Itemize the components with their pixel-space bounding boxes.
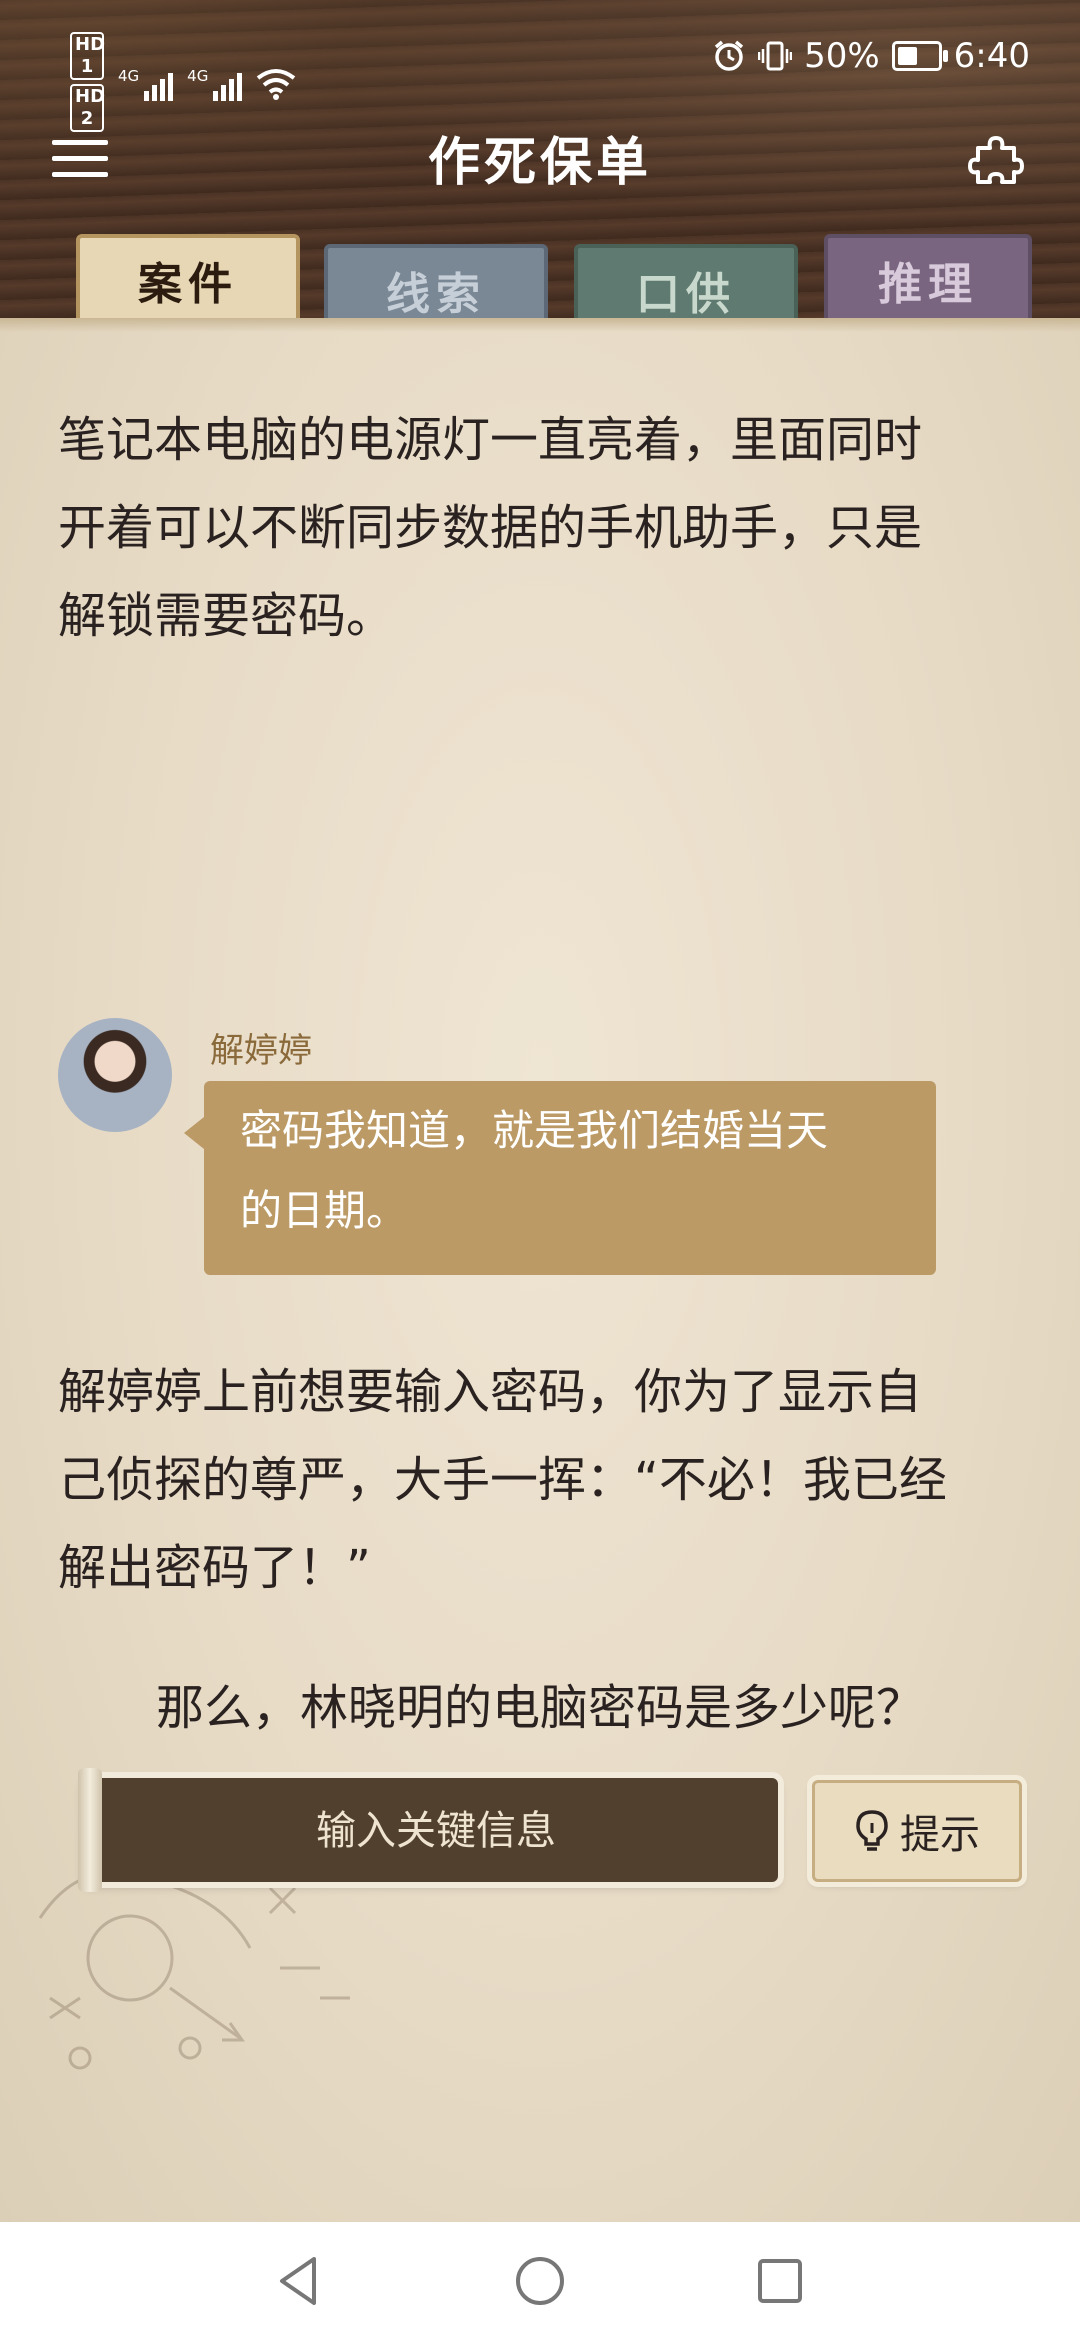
- narration-line: 开着可以不断同步数据的手机助手，只是: [58, 500, 923, 556]
- recents-square-icon[interactable]: [750, 2251, 810, 2311]
- hint-button[interactable]: 提示: [812, 1780, 1022, 1882]
- signal-icon: 4G: [118, 67, 174, 101]
- status-bar: HD 1 HD 2 4G 4G 50% 6:40: [0, 0, 1080, 132]
- battery-fill: [897, 47, 917, 65]
- story-panel: 笔记本电脑的电源灯一直亮着，里面同时 开着可以不断同步数据的手机助手，只是 解锁…: [0, 318, 1080, 2222]
- header-background: HD 1 HD 2 4G 4G 50% 6:40 作死保单 案件 线索 口供 推…: [0, 0, 1080, 336]
- answer-input[interactable]: [114, 1778, 758, 1884]
- alarm-icon: [714, 40, 744, 71]
- wifi-icon: [257, 69, 296, 100]
- narration-line: 解婷婷上前想要输入密码，你为了显示自: [58, 1364, 923, 1420]
- lightbulb-icon: [856, 1810, 888, 1851]
- home-circle-icon[interactable]: [510, 2251, 570, 2311]
- hint-label: 提示: [900, 1812, 980, 1858]
- narration-line: 解出密码了！”: [58, 1540, 371, 1596]
- character-avatar: [58, 1018, 172, 1132]
- system-navigation-bar: [0, 2222, 1080, 2340]
- dialogue-line: 密码我知道，就是我们结婚当天: [240, 1106, 829, 1155]
- network1-label: 4G: [118, 67, 140, 85]
- signal-icon: 4G: [187, 67, 243, 101]
- speaker-name: 解婷婷: [210, 1031, 312, 1071]
- battery-icon: [891, 41, 948, 71]
- tab-deduction[interactable]: 推理: [824, 234, 1032, 326]
- narration-paragraph-2: 解婷婷上前想要输入密码，你为了显示自 己侦探的尊严，大手一挥：“不必！我已经 解…: [58, 1348, 1028, 1612]
- battery-percent: 50%: [804, 36, 880, 76]
- puzzle-icon[interactable]: [968, 128, 1028, 188]
- narration-line: 己侦探的尊严，大手一挥：“不必！我已经: [58, 1452, 947, 1508]
- narration-line: 解锁需要密码。: [58, 588, 395, 644]
- narration-paragraph-1: 笔记本电脑的电源灯一直亮着，里面同时 开着可以不断同步数据的手机助手，只是 解锁…: [58, 396, 1028, 660]
- dialogue-line: 的日期。: [240, 1186, 409, 1235]
- answer-input-frame: [78, 1768, 778, 1892]
- narration-line: 笔记本电脑的电源灯一直亮着，里面同时: [58, 412, 923, 468]
- status-right: 50% 6:40: [712, 36, 1030, 76]
- vibrate-icon: [758, 41, 793, 71]
- network2-label: 4G: [187, 67, 209, 85]
- app-title: 作死保单: [427, 132, 652, 193]
- back-triangle-icon[interactable]: [270, 2251, 330, 2311]
- tab-bar: 案件 线索 口供 推理: [72, 230, 1052, 336]
- sim1-label: HD 1: [70, 32, 105, 80]
- clock: 6:40: [953, 36, 1030, 76]
- question-text: 那么，林晓明的电脑密码是多少呢？: [155, 1680, 924, 1736]
- dialogue-bubble: 密码我知道，就是我们结婚当天 的日期。: [184, 1081, 936, 1275]
- tab-case[interactable]: 案件: [76, 234, 300, 326]
